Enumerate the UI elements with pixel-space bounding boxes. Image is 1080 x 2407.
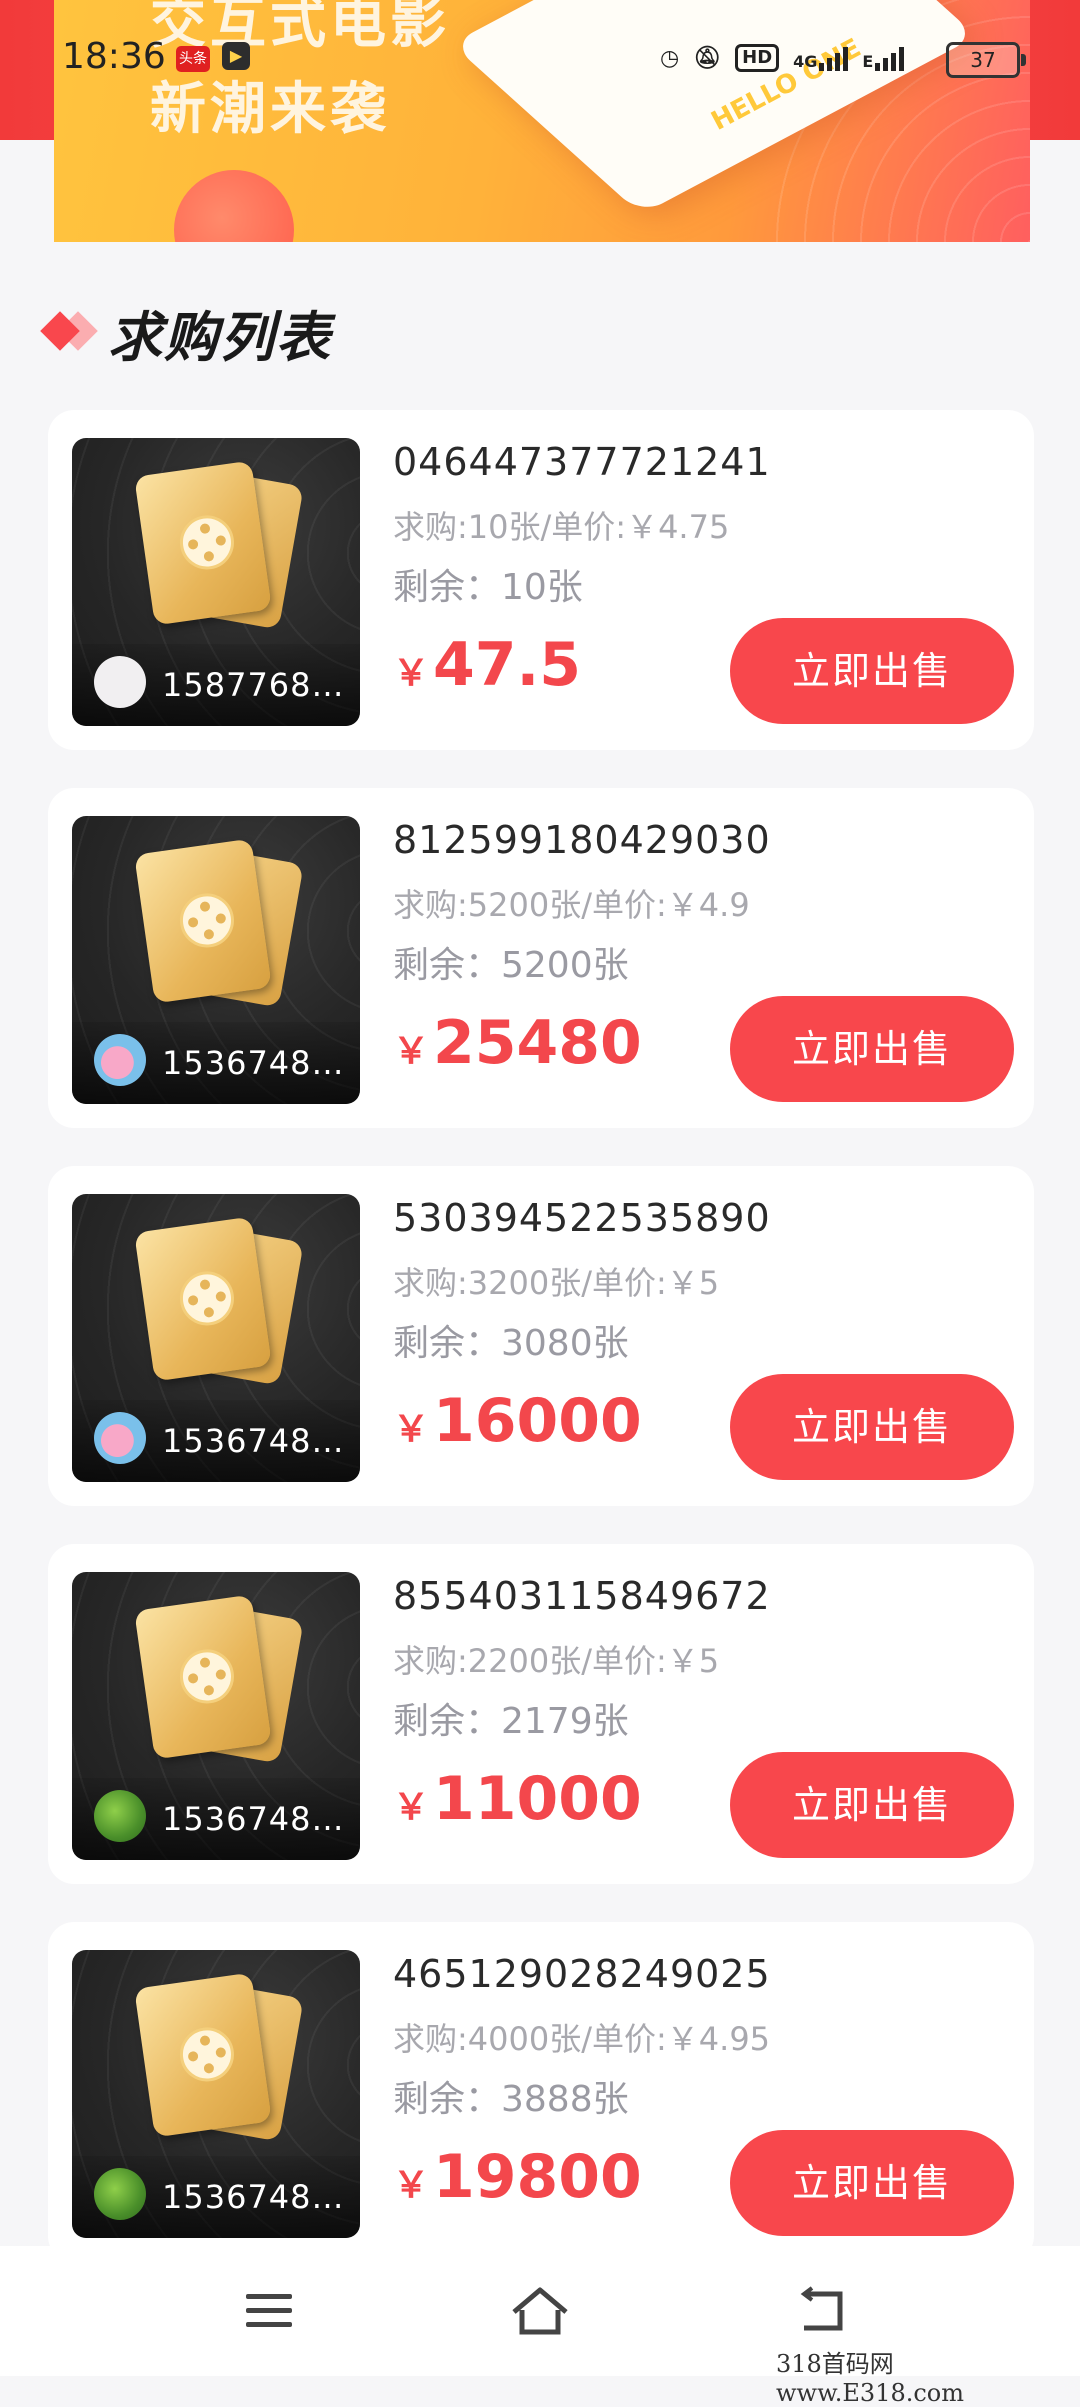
order-card[interactable]: 1536748… 855403115849672 求购:2200张/单价:￥5 …	[48, 1544, 1034, 1884]
order-detail: 求购:4000张/单价:￥4.95	[393, 2020, 771, 2058]
signal-e-icon: E	[862, 45, 905, 71]
order-number: 046447377721241	[393, 440, 771, 484]
order-detail: 求购:3200张/单价:￥5	[393, 1264, 720, 1302]
film-reel-icon	[134, 1594, 272, 1760]
total-price: ￥ 11000	[393, 1764, 642, 1834]
order-number: 855403115849672	[393, 1574, 771, 1618]
total-price: ￥ 16000	[393, 1386, 642, 1456]
price-amount: 19800	[433, 2142, 642, 2212]
order-number: 812599180429030	[393, 818, 771, 862]
sell-now-button[interactable]: 立即出售	[730, 1374, 1014, 1480]
price-amount: 16000	[433, 1386, 642, 1456]
price-amount: 25480	[433, 1008, 642, 1078]
remaining-count: 剩余：3888张	[393, 2079, 629, 2120]
buyer-id: 1536748…	[162, 2178, 345, 2216]
movie-ticket-thumbnail[interactable]: 1536748…	[72, 1194, 360, 1482]
alarm-icon: ◷	[660, 45, 680, 71]
order-detail: 求购:10张/单价:￥4.75	[393, 508, 730, 546]
sell-now-button[interactable]: 立即出售	[730, 2130, 1014, 2236]
total-price: ￥ 19800	[393, 2142, 642, 2212]
currency-symbol: ￥	[393, 1031, 430, 1072]
buyer-id: 1536748…	[162, 1800, 345, 1838]
buyer-id: 1536748…	[162, 1422, 345, 1460]
movie-ticket-thumbnail[interactable]: 1536748…	[72, 1950, 360, 2238]
currency-symbol: ￥	[393, 2165, 430, 2206]
battery-icon: 37	[946, 42, 1026, 78]
order-card[interactable]: 1536748… 812599180429030 求购:5200张/单价:￥4.…	[48, 788, 1034, 1128]
avatar	[94, 1034, 146, 1086]
banner-decoration	[174, 170, 294, 242]
film-reel-icon	[134, 460, 272, 626]
signal-4g-icon: 4G	[793, 45, 849, 71]
order-card[interactable]: 1536748… 465129028249025 求购:4000张/单价:￥4.…	[48, 1922, 1034, 2262]
status-time: 18:36	[62, 36, 166, 77]
toutiao-notification-icon: 头条	[176, 46, 210, 72]
order-number: 530394522535890	[393, 1196, 771, 1240]
order-detail: 求购:2200张/单价:￥5	[393, 1642, 720, 1680]
home-icon[interactable]	[500, 2276, 580, 2346]
sell-now-button[interactable]: 立即出售	[730, 1752, 1014, 1858]
total-price: ￥ 47.5	[393, 630, 581, 700]
buyer-id: 1536748…	[162, 1044, 345, 1082]
total-price: ￥ 25480	[393, 1008, 642, 1078]
film-reel-icon	[134, 1216, 272, 1382]
avatar	[94, 656, 146, 708]
section-title: 求购列表	[108, 305, 332, 369]
status-bar: 18:36 头条 ▶ ◷ 🔕︎ HD 4G E 37	[0, 0, 1080, 110]
currency-symbol: ￥	[393, 1787, 430, 1828]
remaining-count: 剩余：2179张	[393, 1701, 629, 1742]
section-header: 求购列表	[40, 292, 332, 372]
avatar	[94, 1790, 146, 1842]
back-icon[interactable]	[782, 2276, 862, 2346]
avatar	[94, 1412, 146, 1464]
movie-ticket-thumbnail[interactable]: 1536748…	[72, 816, 360, 1104]
buyer-id: 1587768…	[162, 666, 345, 704]
video-app-notification-icon: ▶	[222, 42, 250, 70]
order-number: 465129028249025	[393, 1952, 771, 1996]
remaining-count: 剩余：10张	[393, 567, 583, 608]
remaining-count: 剩余：5200张	[393, 945, 629, 986]
movie-ticket-thumbnail[interactable]: 1536748…	[72, 1572, 360, 1860]
order-card[interactable]: 1587768… 046447377721241 求购:10张/单价:￥4.75…	[48, 410, 1034, 750]
menu-icon[interactable]	[228, 2276, 308, 2346]
diamond-icon	[40, 307, 100, 357]
price-amount: 11000	[433, 1764, 642, 1834]
price-amount: 47.5	[433, 630, 582, 700]
status-icons: ◷ 🔕︎ HD 4G E	[660, 40, 905, 76]
avatar	[94, 2168, 146, 2220]
currency-symbol: ￥	[393, 1409, 430, 1450]
order-detail: 求购:5200张/单价:￥4.9	[393, 886, 750, 924]
film-reel-icon	[134, 838, 272, 1004]
sell-now-button[interactable]: 立即出售	[730, 618, 1014, 724]
sell-now-button[interactable]: 立即出售	[730, 996, 1014, 1102]
movie-ticket-thumbnail[interactable]: 1587768…	[72, 438, 360, 726]
film-reel-icon	[134, 1972, 272, 2138]
hd-icon: HD	[735, 44, 780, 72]
currency-symbol: ￥	[393, 653, 430, 694]
order-card[interactable]: 1536748… 530394522535890 求购:3200张/单价:￥5 …	[48, 1166, 1034, 1506]
mute-icon: 🔕︎	[693, 45, 722, 71]
remaining-count: 剩余：3080张	[393, 1323, 629, 1364]
